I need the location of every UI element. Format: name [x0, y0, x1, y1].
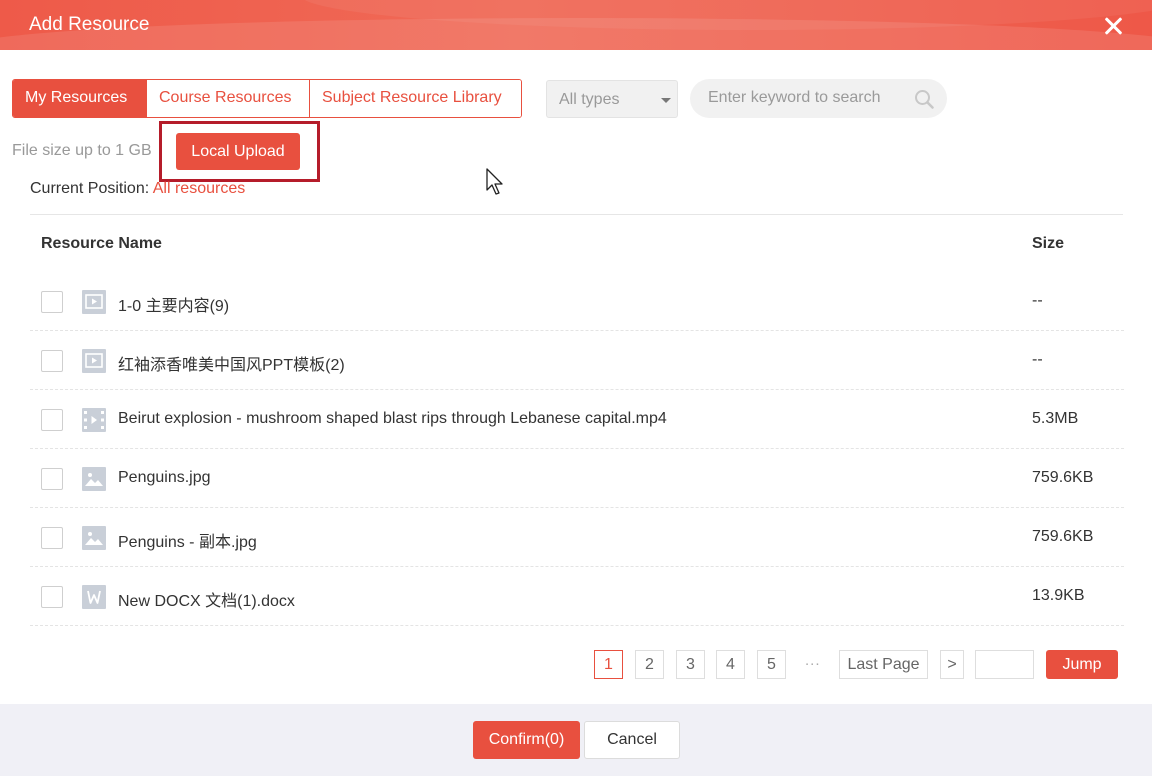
pagination-ellipsis: ...	[805, 652, 821, 669]
search-input[interactable]	[708, 85, 908, 111]
resource-size: 759.6KB	[1032, 528, 1094, 545]
resource-size: 5.3MB	[1032, 410, 1079, 427]
resource-name[interactable]: 1-0 主要内容(9)	[118, 292, 229, 316]
breadcrumb: Current Position: All resources	[30, 180, 245, 198]
last-page-button[interactable]: Last Page	[839, 650, 928, 679]
row-checkbox[interactable]	[41, 291, 63, 313]
resource-name[interactable]: 红袖添香唯美中国风PPT模板(2)	[118, 351, 345, 375]
tab-subject-resource-library[interactable]: Subject Resource Library	[309, 80, 521, 117]
page-2-button[interactable]: 2	[635, 650, 664, 679]
column-header-size: Size	[1032, 235, 1065, 252]
confirm-button[interactable]: Confirm(0)	[473, 721, 580, 759]
row-checkbox[interactable]	[41, 409, 63, 431]
row-checkbox[interactable]	[41, 586, 63, 608]
resource-tabs: My Resources Course Resources Subject Re…	[12, 79, 522, 118]
divider	[30, 214, 1123, 215]
tab-my-resources[interactable]: My Resources	[13, 80, 146, 117]
row-checkbox[interactable]	[41, 468, 63, 490]
resource-name[interactable]: Beirut explosion - mushroom shaped blast…	[118, 410, 667, 428]
row-checkbox[interactable]	[41, 350, 63, 372]
row-checkbox[interactable]	[41, 527, 63, 549]
table-row: Penguins.jpg 759.6KB	[30, 449, 1124, 508]
column-header-name: Resource Name	[41, 235, 162, 252]
mouse-cursor-icon	[486, 168, 503, 195]
breadcrumb-link-all-resources[interactable]: All resources	[153, 180, 245, 197]
page-5-button[interactable]: 5	[757, 650, 786, 679]
dialog-title: Add Resource	[29, 14, 150, 35]
resource-name[interactable]: Penguins.jpg	[118, 469, 211, 487]
word-file-icon	[82, 585, 106, 609]
page-jump-input[interactable]	[975, 650, 1034, 679]
resource-name[interactable]: Penguins - 副本.jpg	[118, 528, 257, 552]
folder-video-icon	[82, 290, 106, 314]
resource-name[interactable]: New DOCX 文档(1).docx	[118, 587, 295, 611]
local-upload-button[interactable]: Local Upload	[176, 133, 300, 170]
jump-button[interactable]: Jump	[1046, 650, 1118, 679]
table-row: Beirut explosion - mushroom shaped blast…	[30, 390, 1124, 449]
file-size-limit: File size up to 1 GB	[12, 142, 152, 159]
page-4-button[interactable]: 4	[716, 650, 745, 679]
page-3-button[interactable]: 3	[676, 650, 705, 679]
table-row: 红袖添香唯美中国风PPT模板(2) --	[30, 331, 1124, 390]
resource-size: --	[1032, 351, 1043, 368]
chevron-down-icon	[661, 98, 671, 103]
breadcrumb-label: Current Position:	[30, 180, 153, 197]
dialog-header: Add Resource	[0, 0, 1152, 50]
video-file-icon	[82, 408, 106, 432]
image-file-icon	[82, 467, 106, 491]
resource-size: --	[1032, 292, 1043, 309]
tab-course-resources[interactable]: Course Resources	[146, 80, 309, 117]
close-icon[interactable]	[1101, 14, 1125, 38]
folder-video-icon	[82, 349, 106, 373]
page-1-button[interactable]: 1	[594, 650, 623, 679]
search-box	[690, 79, 947, 118]
table-row: New DOCX 文档(1).docx 13.9KB	[30, 567, 1124, 626]
search-icon[interactable]	[914, 89, 934, 109]
type-select-value: All types	[559, 91, 620, 108]
cancel-button[interactable]: Cancel	[584, 721, 680, 759]
resource-size: 759.6KB	[1032, 469, 1094, 486]
image-file-icon	[82, 526, 106, 550]
type-select[interactable]: All types	[546, 80, 678, 118]
next-page-button[interactable]: >	[940, 650, 964, 679]
resource-size: 13.9KB	[1032, 587, 1085, 604]
table-row: 1-0 主要内容(9) --	[30, 272, 1124, 331]
table-row: Penguins - 副本.jpg 759.6KB	[30, 508, 1124, 567]
